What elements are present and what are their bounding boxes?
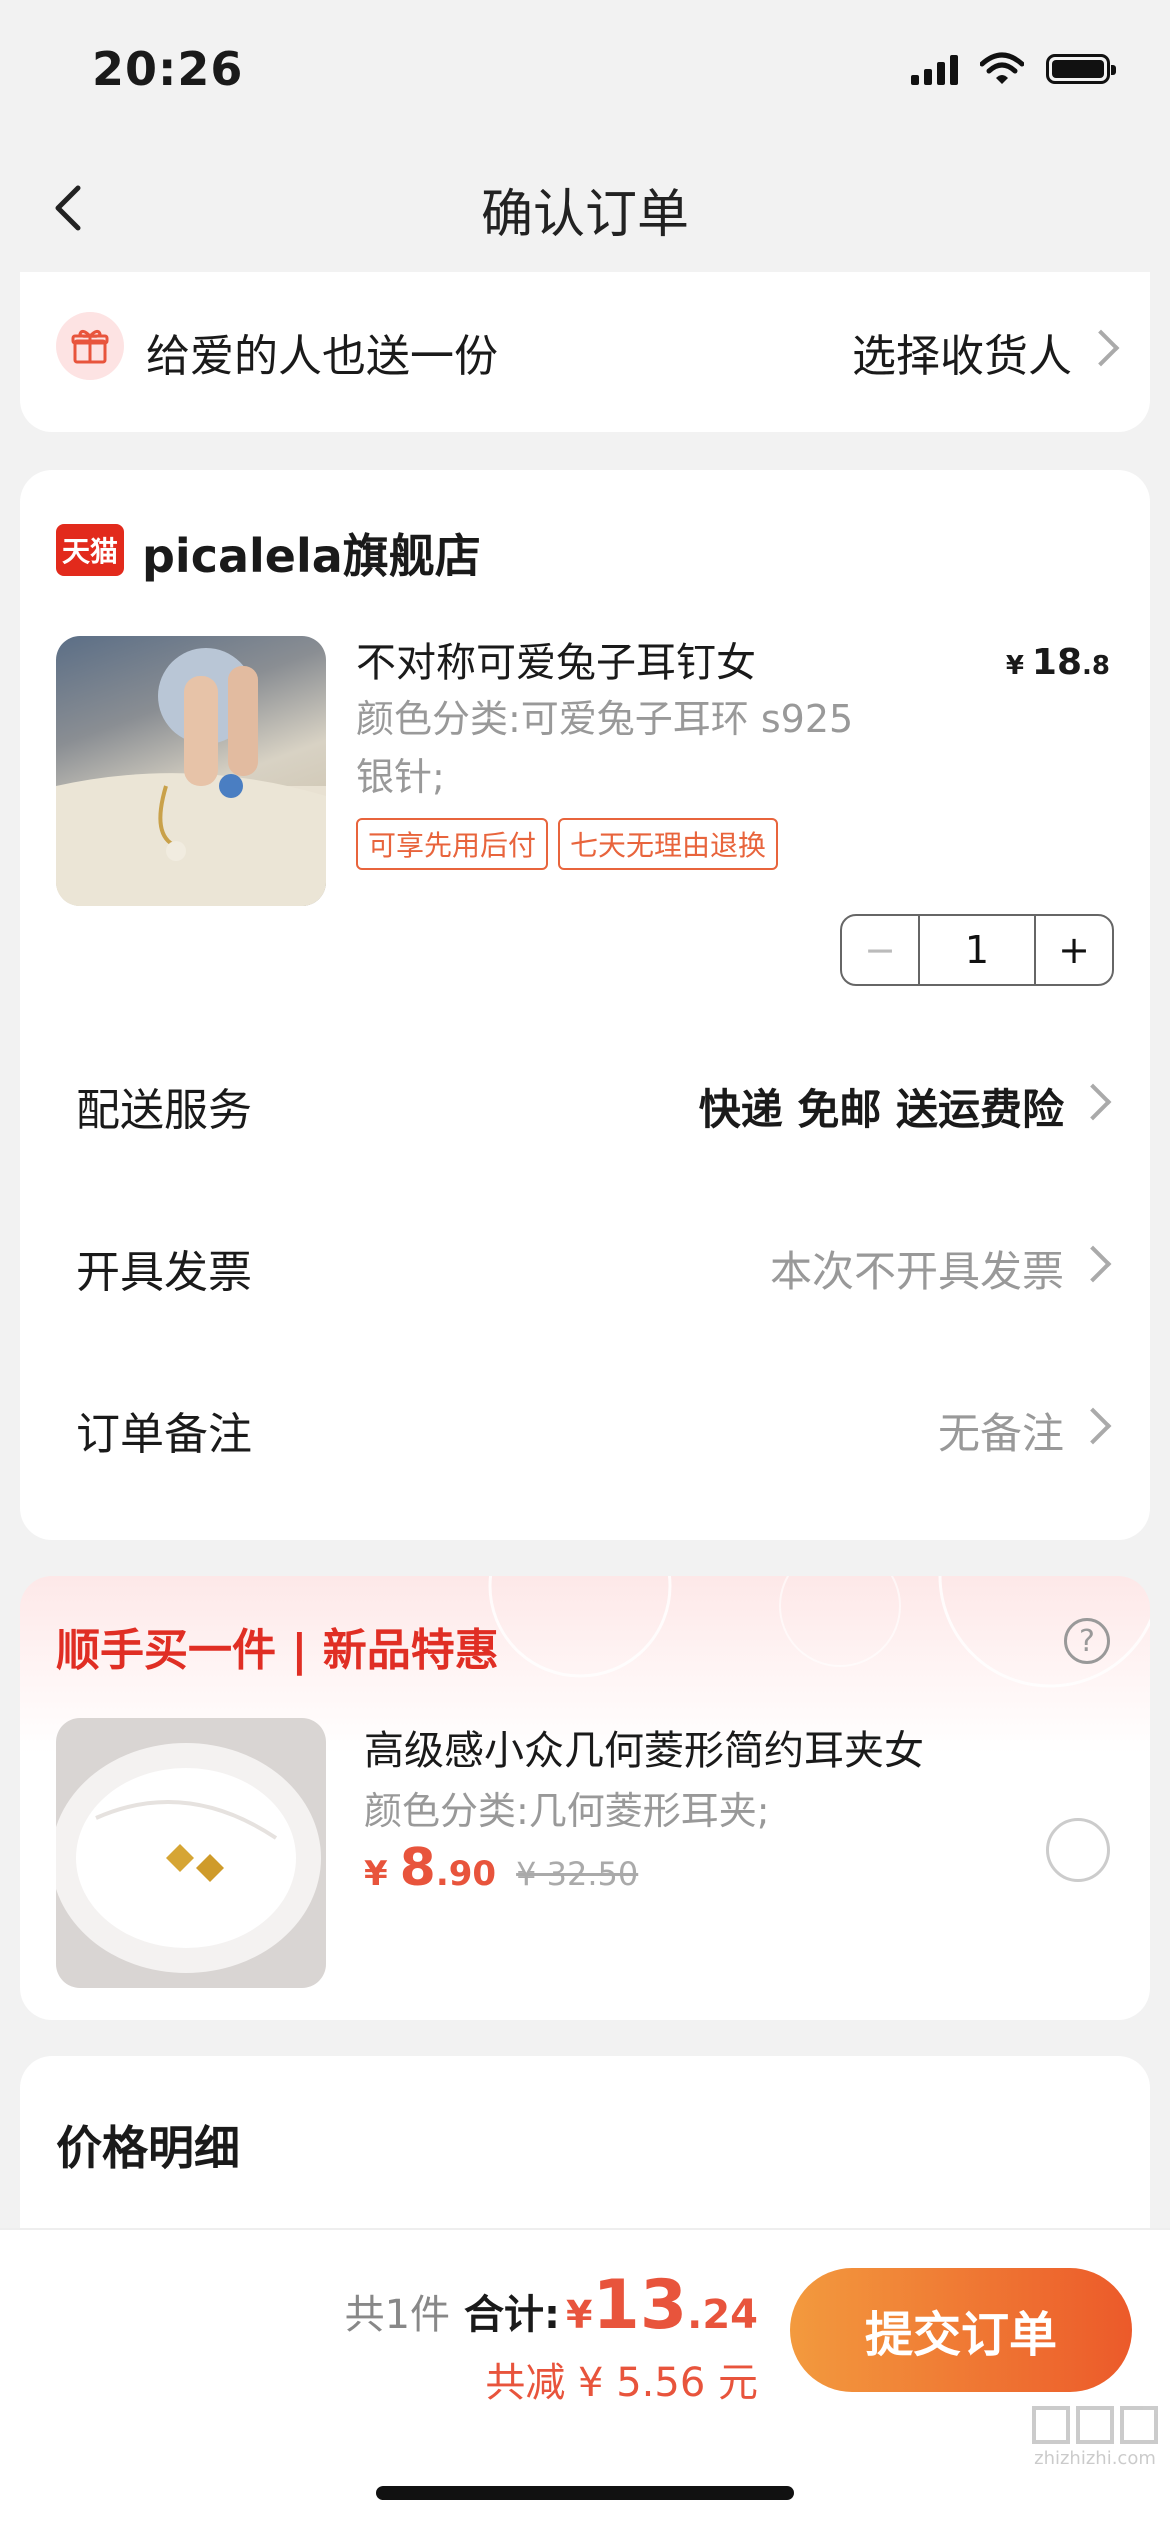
total-label: 合计: xyxy=(464,2292,561,2338)
product-image[interactable] xyxy=(56,636,326,906)
addon-original-price: ¥ 32.50 xyxy=(516,1855,639,1893)
decrease-button[interactable]: − xyxy=(842,916,920,984)
product-variant[interactable]: 颜色分类:可爱兔子耳环 s925 银针; xyxy=(356,690,853,806)
delivery-service-row[interactable]: 配送服务 快递 免邮 送运费险 xyxy=(76,1074,1112,1138)
store-name[interactable]: picalela旗舰店 xyxy=(142,520,481,586)
product-tags: 可享先用后付 七天无理由退换 xyxy=(356,818,788,870)
page-title: 确认订单 xyxy=(480,185,689,245)
quantity-value[interactable]: 1 xyxy=(920,916,1034,984)
addon-product-image[interactable] xyxy=(56,1718,326,1988)
addon-select-radio[interactable] xyxy=(1046,1818,1110,1882)
order-note-row[interactable]: 订单备注 无备注 xyxy=(76,1398,1112,1462)
product-title[interactable]: 不对称可爱兔子耳钉女 xyxy=(356,630,756,688)
chevron-right-icon xyxy=(1074,1245,1112,1283)
home-indicator xyxy=(376,2486,794,2500)
chevron-right-icon xyxy=(1074,1407,1112,1445)
gift-label: 给爱的人也送一份 xyxy=(146,331,498,382)
gift-card[interactable]: 给爱的人也送一份 选择收货人 xyxy=(20,272,1150,432)
addon-card: 顺手买一件 | 新品特惠 ? 高级感小众几何菱形简约耳夹女 颜色分类:几何菱形耳… xyxy=(20,1576,1150,2020)
tmall-logo: 天猫 xyxy=(56,524,124,576)
delivery-label: 配送服务 xyxy=(76,1085,252,1136)
chevron-right-icon xyxy=(1074,1083,1112,1121)
saved-amount: 共减 ¥ 5.56 元 xyxy=(485,2360,758,2406)
tag-pay-later: 可享先用后付 xyxy=(356,818,549,870)
invoice-row[interactable]: 开具发票 本次不开具发票 xyxy=(76,1236,1112,1300)
item-count: 共1件 xyxy=(344,2292,451,2338)
addon-title: 顺手买一件 | 新品特惠 xyxy=(56,1625,499,1676)
choose-recipient-link[interactable]: 选择收货人 xyxy=(852,320,1120,384)
price-detail-title: 价格明细 xyxy=(56,2121,240,2175)
choose-recipient-label: 选择收货人 xyxy=(852,331,1072,382)
wifi-icon xyxy=(980,52,1024,84)
invoice-label: 开具发票 xyxy=(76,1247,252,1298)
tag-seven-day-return: 七天无理由退换 xyxy=(558,818,779,870)
battery-icon xyxy=(1046,54,1116,84)
footer-total: 共1件 合计: ¥ 13 .24 xyxy=(344,2266,758,2345)
footer-bar: 共1件 合计: ¥ 13 .24 共减 ¥ 5.56 元 提交订单 zhizhi… xyxy=(0,2228,1170,2534)
submit-order-button[interactable]: 提交订单 xyxy=(790,2268,1132,2392)
status-time: 20:26 xyxy=(92,42,244,96)
store-card: 天猫 picalela旗舰店 不对称可爱兔子耳钉女 ¥18.8 颜色分类:可爱兔… xyxy=(20,470,1150,1540)
increase-button[interactable]: + xyxy=(1034,916,1112,984)
delivery-value: 快递 免邮 送运费险 xyxy=(698,1084,1064,1134)
quantity-stepper: − 1 + xyxy=(840,914,1114,986)
addon-product-variant: 颜色分类:几何菱形耳夹; xyxy=(364,1789,770,1833)
addon-product-title[interactable]: 高级感小众几何菱形简约耳夹女 xyxy=(364,1718,924,1776)
cellular-signal-icon xyxy=(911,53,958,85)
watermark: zhizhizhi.com xyxy=(1032,2406,1158,2469)
addon-price: ¥ 8 .90 ¥ 32.50 xyxy=(364,1838,639,1898)
note-value: 无备注 xyxy=(937,1408,1064,1458)
product-price: ¥18.8 xyxy=(1005,642,1110,683)
status-icons xyxy=(911,52,1116,86)
invoice-value: 本次不开具发票 xyxy=(769,1246,1064,1296)
question-circle-icon[interactable]: ? xyxy=(1064,1618,1110,1664)
chevron-right-icon xyxy=(1082,329,1120,367)
total-price: 13 xyxy=(592,2266,688,2345)
note-label: 订单备注 xyxy=(76,1409,252,1460)
gift-icon xyxy=(56,312,124,380)
